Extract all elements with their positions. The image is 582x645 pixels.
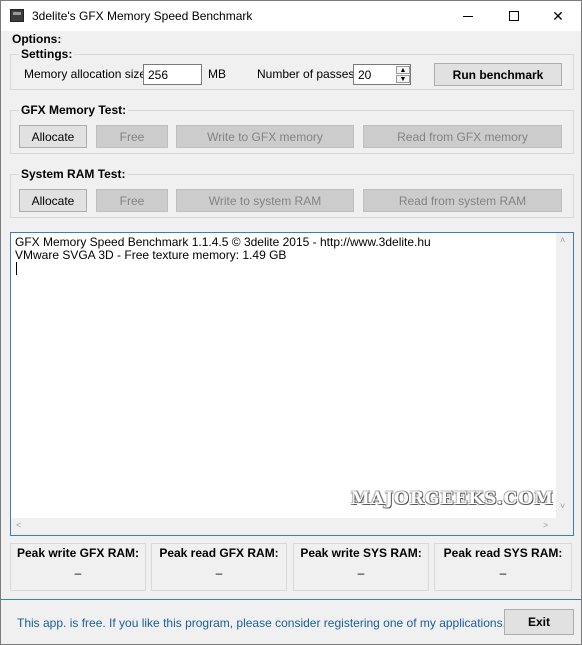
close-button[interactable]: ✕ bbox=[535, 1, 581, 31]
peak-value: – bbox=[499, 566, 507, 580]
passes-value: 20 bbox=[358, 68, 372, 82]
memory-allocation-label: Memory allocation size: bbox=[24, 67, 150, 81]
ram-read-button[interactable]: Read from system RAM bbox=[363, 189, 562, 212]
spin-up-button[interactable]: ▲ bbox=[396, 66, 410, 74]
peak-value: – bbox=[74, 566, 82, 580]
maximize-button[interactable] bbox=[491, 1, 537, 31]
window-title: 3delite's GFX Memory Speed Benchmark bbox=[32, 9, 253, 23]
peak-title: Peak write GFX RAM: bbox=[16, 546, 140, 560]
settings-heading: Settings: bbox=[19, 47, 75, 61]
ram-allocate-button[interactable]: Allocate bbox=[19, 189, 87, 212]
peak-title: Peak read GFX RAM: bbox=[159, 546, 279, 560]
app-window: 3delite's GFX Memory Speed Benchmark ✕ O… bbox=[0, 0, 582, 645]
title-bar[interactable]: 3delite's GFX Memory Speed Benchmark ✕ bbox=[1, 1, 581, 31]
watermark-logo: MAJORGEEKS.COM bbox=[351, 489, 554, 509]
gfx-read-button[interactable]: Read from GFX memory bbox=[363, 125, 562, 148]
gfx-allocate-button[interactable]: Allocate bbox=[19, 125, 87, 148]
triangle-up-icon: ▲ bbox=[399, 66, 407, 74]
gfx-free-button[interactable]: Free bbox=[96, 125, 168, 148]
scrollbar-corner bbox=[556, 518, 573, 535]
peak-write-sys-box: Peak write SYS RAM: – bbox=[293, 543, 429, 591]
chevron-up-icon[interactable]: ˄ bbox=[560, 235, 565, 245]
peak-value: – bbox=[215, 566, 223, 580]
app-icon bbox=[10, 9, 24, 22]
spin-down-button[interactable]: ▼ bbox=[396, 75, 410, 83]
ram-test-heading: System RAM Test: bbox=[19, 167, 128, 181]
chevron-down-icon[interactable]: ˅ bbox=[560, 501, 565, 511]
peak-title: Peak read SYS RAM: bbox=[443, 546, 563, 560]
vertical-scrollbar[interactable]: ˄ ˅ bbox=[556, 233, 573, 518]
triangle-down-icon: ▼ bbox=[399, 75, 407, 83]
exit-button[interactable]: Exit bbox=[504, 609, 574, 635]
options-heading: Options: bbox=[12, 32, 62, 46]
peak-value: – bbox=[357, 566, 365, 580]
peak-write-gfx-box: Peak write GFX RAM: – bbox=[10, 543, 146, 591]
footer-message: This app. is free. If you like this prog… bbox=[17, 616, 513, 630]
text-caret bbox=[16, 262, 17, 275]
horizontal-scrollbar[interactable]: < > bbox=[11, 518, 556, 535]
minimize-button[interactable] bbox=[445, 1, 491, 31]
passes-label: Number of passes: bbox=[257, 67, 358, 81]
log-line: VMware SVGA 3D - Free texture memory: 1.… bbox=[15, 248, 287, 262]
passes-spinner[interactable]: 20 ▲ ▼ bbox=[353, 64, 411, 85]
ram-free-button[interactable]: Free bbox=[96, 189, 168, 212]
close-icon: ✕ bbox=[552, 7, 564, 24]
maximize-icon bbox=[509, 11, 519, 21]
peak-title: Peak write SYS RAM: bbox=[300, 546, 422, 560]
memory-allocation-input[interactable] bbox=[143, 64, 202, 85]
log-textarea[interactable]: GFX Memory Speed Benchmark 1.1.4.5 © 3de… bbox=[10, 232, 574, 536]
peak-read-sys-box: Peak read SYS RAM: – bbox=[434, 543, 572, 591]
gfx-write-button[interactable]: Write to GFX memory bbox=[176, 125, 354, 148]
chevron-left-icon[interactable]: < bbox=[16, 520, 21, 530]
log-line: GFX Memory Speed Benchmark 1.1.4.5 © 3de… bbox=[15, 235, 431, 249]
footer-divider bbox=[1, 599, 581, 600]
ram-write-button[interactable]: Write to system RAM bbox=[176, 189, 354, 212]
memory-unit-label: MB bbox=[208, 67, 226, 81]
run-benchmark-button[interactable]: Run benchmark bbox=[434, 63, 562, 86]
chevron-right-icon[interactable]: > bbox=[543, 520, 548, 530]
gfx-test-heading: GFX Memory Test: bbox=[19, 103, 129, 117]
minimize-icon bbox=[463, 15, 473, 17]
peak-read-gfx-box: Peak read GFX RAM: – bbox=[151, 543, 287, 591]
